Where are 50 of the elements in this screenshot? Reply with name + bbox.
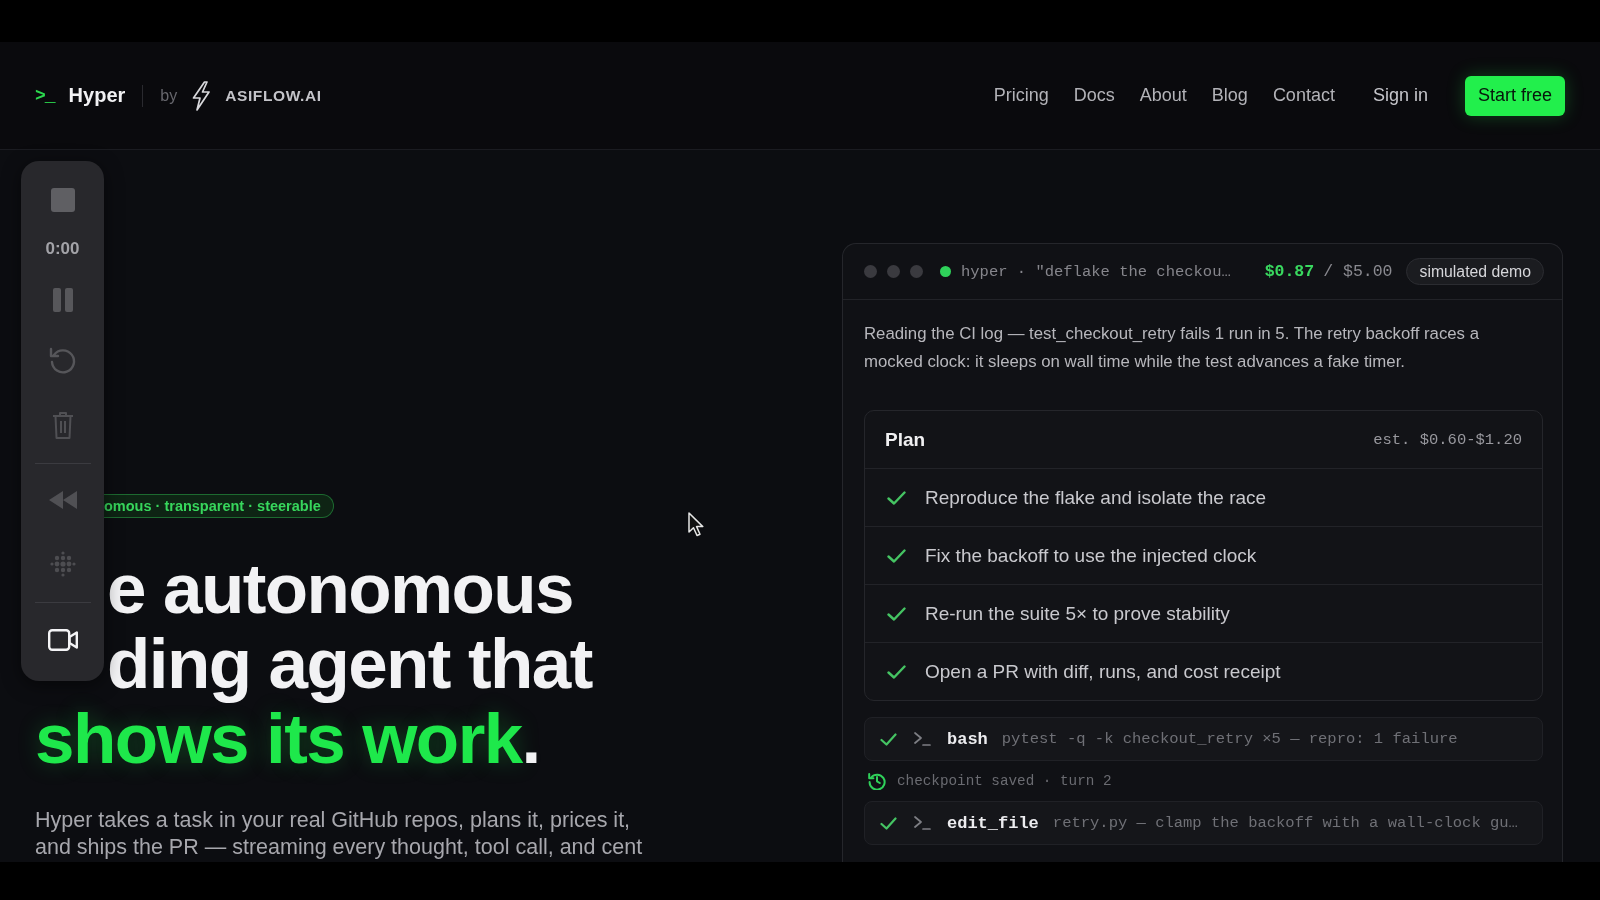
nav-link[interactable]: Docs — [1073, 85, 1115, 106]
hero-description: Hyper takes a task in your real GitHub repos, plans it, prices it, and ships the PR — streaming every thought, tool call, and cent — [35, 807, 644, 861]
nav-link[interactable]: Blog — [1211, 85, 1248, 106]
terminal-prompt-icon — [914, 732, 931, 746]
stop-icon[interactable] — [50, 188, 75, 212]
video-camera-icon[interactable] — [47, 629, 78, 651]
plan-title: Plan — [885, 428, 926, 451]
headline-text: e autonomous — [107, 551, 573, 626]
tool-call-detail: pytest -q -k checkout_retry ×5 — repro: 1 failure — [1001, 730, 1458, 748]
cost-budget: / $5.00 — [1323, 262, 1393, 281]
status-dot-icon — [940, 266, 951, 277]
plan-step-text: Reproduce the flake and isolate the race — [925, 486, 1267, 509]
logo-prompt: >_ — [35, 85, 55, 106]
session-title: hyper · "deflake the checkou… — [961, 262, 1231, 281]
nav-link[interactable]: Pricing — [993, 85, 1049, 106]
trash-icon[interactable] — [51, 411, 74, 439]
dot-grid-icon[interactable] — [49, 551, 76, 577]
bolt-logo-icon — [190, 80, 213, 111]
tagline: omous · transparent · steerable — [104, 494, 334, 518]
tool-call-row[interactable]: edit_file retry.py — clamp the backoff with a wall-clock gu… — [864, 801, 1543, 845]
by-label: by — [160, 86, 178, 105]
recording-timer: 0:00 — [45, 239, 80, 259]
tool-call-row[interactable]: bash pytest -q -k checkout_retry ×5 — repro: 1 failure — [864, 717, 1543, 761]
brand-name[interactable]: Hyper — [68, 84, 126, 107]
cost-spent: $0.87 — [1264, 262, 1315, 281]
cursor-icon — [688, 512, 705, 537]
sign-in-link[interactable]: Sign in — [1372, 85, 1428, 106]
tool-name: edit_file — [947, 813, 1039, 833]
tool-call-detail: retry.py — clamp the backoff with a wall-clock gu… — [1052, 814, 1518, 832]
plan-estimate: est. $0.60-$1.20 — [1373, 430, 1522, 449]
window-control-icon[interactable] — [864, 265, 877, 278]
start-free-button[interactable]: Start free — [1464, 75, 1565, 116]
window-control-icon[interactable] — [887, 265, 900, 278]
agent-message: Reading the CI log — test_checkout_retry fails 1 run in 5. The retry backoff races a mocked clock: it sleeps on wall time while the test advances a fake timer. — [864, 323, 1480, 373]
headline-text: ding agent that — [107, 626, 592, 701]
checkpoint-label: checkpoint saved · turn 2 — [897, 773, 1112, 789]
plan-step-text: Fix the backoff to use the injected clock — [925, 544, 1257, 567]
plan-step-text: Re-run the suite 5× to prove stability — [925, 602, 1230, 625]
terminal-prompt-icon — [914, 816, 931, 830]
plan-step-text: Open a PR with diff, runs, and cost receipt — [925, 660, 1281, 683]
restart-icon[interactable] — [48, 347, 77, 375]
nav-link[interactable]: About — [1139, 85, 1187, 106]
window-control-icon[interactable] — [910, 265, 923, 278]
partner-name: ASIFLOW.AI — [225, 86, 322, 105]
tool-name: bash — [947, 729, 988, 749]
pause-icon[interactable] — [52, 288, 73, 312]
nav-link[interactable]: Contact — [1272, 85, 1335, 106]
demo-label: simulated demo — [1406, 258, 1544, 285]
rewind-icon[interactable] — [48, 491, 77, 509]
history-icon — [868, 772, 886, 790]
